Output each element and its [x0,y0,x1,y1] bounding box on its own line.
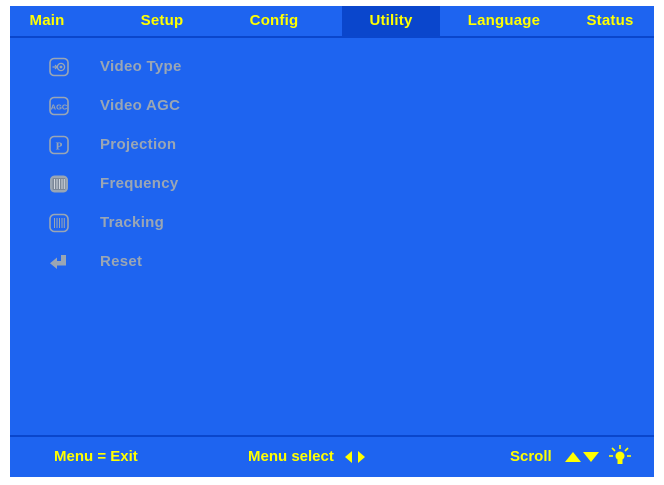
menu-item-label: Tracking [100,214,165,231]
projection-icon: P [49,135,69,155]
tab-utility[interactable]: Utility [342,6,440,36]
select-hint-group: Menu select [248,437,366,477]
lamp-icon [609,445,632,465]
scroll-hint: Scroll [510,448,552,465]
tab-status[interactable]: Status [576,6,644,36]
menu-item-label: Reset [100,253,143,270]
exit-hint: Menu = Exit [54,448,138,465]
video-type-icon [49,57,69,77]
menu-item-reset[interactable]: Reset [40,247,440,277]
up-down-arrows-icon [564,452,599,463]
svg-text:P: P [56,141,63,153]
menu-item-label: Video AGC [100,97,181,114]
menu-item-frequency[interactable]: Frequency [40,169,440,199]
tab-bar-divider [10,36,654,38]
menu-item-projection[interactable]: P Projection [40,130,440,160]
svg-text:AGC: AGC [51,103,68,112]
osd-menu-screen: Main Setup Config Utility Language Statu… [10,6,654,477]
tab-bar: Main Setup Config Utility Language Statu… [10,6,654,36]
tab-language[interactable]: Language [456,6,552,36]
tab-config[interactable]: Config [238,6,310,36]
footer-hint-bar: Menu = Exit Menu select Scroll [10,437,654,477]
frequency-icon [50,175,68,193]
agc-icon: AGC [49,96,69,116]
tracking-icon [49,213,69,233]
menu-item-video-type[interactable]: Video Type [40,52,440,82]
menu-item-label: Projection [100,136,177,153]
tab-setup[interactable]: Setup [128,6,196,36]
select-hint: Menu select [248,448,334,465]
menu-item-tracking[interactable]: Tracking [40,208,440,238]
left-right-arrows-icon [345,451,366,464]
menu-item-video-agc[interactable]: AGC Video AGC [40,91,440,121]
menu-item-label: Frequency [100,175,179,192]
tab-main[interactable]: Main [18,6,76,36]
reset-arrow-icon [50,255,66,269]
scroll-hint-group: Scroll [510,437,632,477]
menu-item-label: Video Type [100,58,182,75]
